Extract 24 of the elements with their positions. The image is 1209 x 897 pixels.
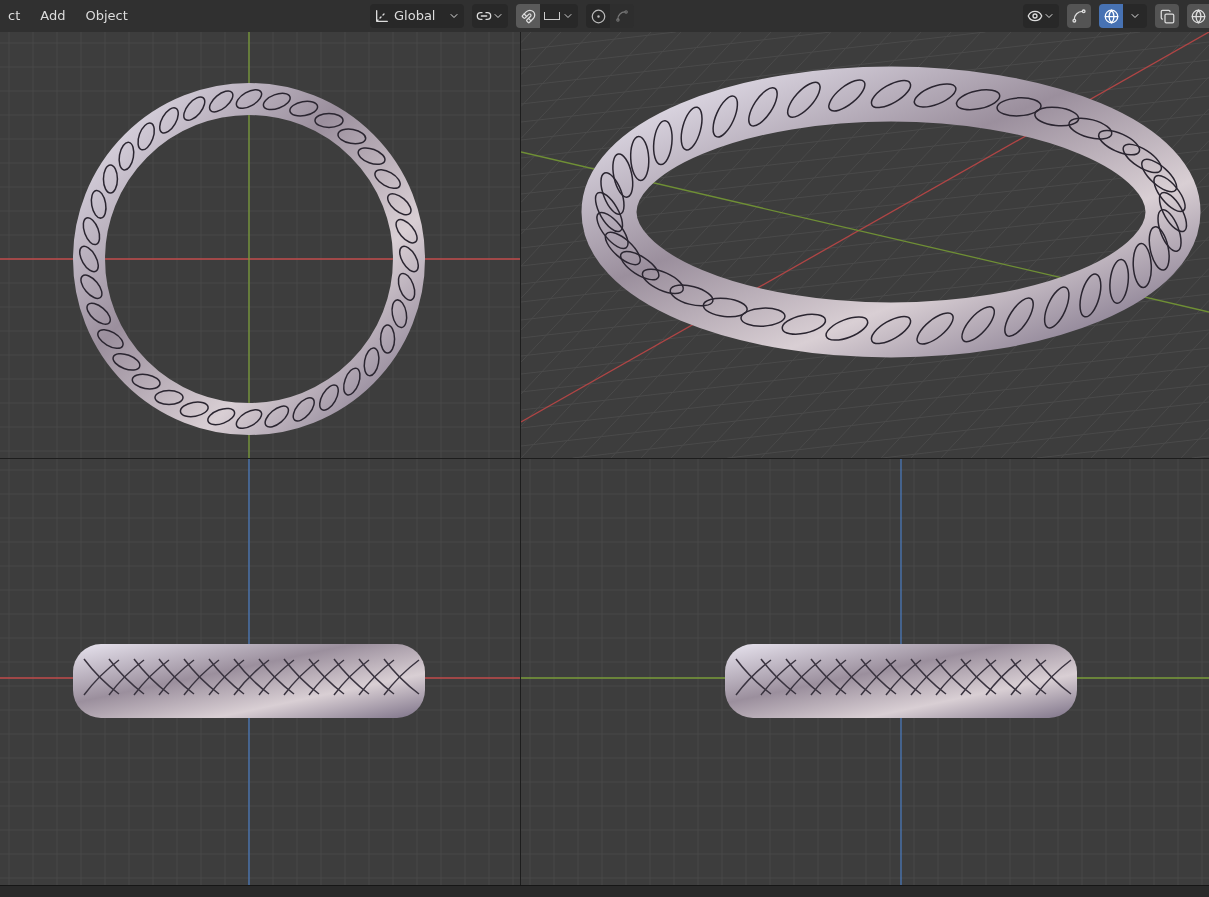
target-icon bbox=[590, 8, 606, 24]
snap-increment-icon bbox=[544, 12, 560, 20]
overlay-icon bbox=[1103, 8, 1119, 24]
snap-toggle[interactable] bbox=[516, 4, 540, 28]
proportional-editing-toggle[interactable] bbox=[586, 4, 610, 28]
eye-icon bbox=[1027, 8, 1043, 24]
snap-target-dropdown[interactable] bbox=[540, 4, 578, 28]
gizmo-toggle[interactable] bbox=[1067, 4, 1091, 28]
magnet-icon bbox=[520, 8, 536, 24]
orientation-dropdown[interactable]: Global bbox=[370, 4, 464, 28]
menu-item[interactable]: Add bbox=[32, 2, 74, 30]
wireframe-shading-button[interactable] bbox=[1187, 4, 1209, 28]
wireframe-sphere-icon bbox=[1190, 8, 1206, 24]
xray-icon bbox=[1159, 8, 1175, 24]
curve-arrow-icon bbox=[1071, 8, 1087, 24]
curve-icon bbox=[615, 9, 629, 23]
pivot-dropdown[interactable] bbox=[472, 4, 508, 28]
xray-toggle[interactable] bbox=[1155, 4, 1179, 28]
axes-icon bbox=[374, 8, 390, 24]
menu-item[interactable]: ct bbox=[0, 2, 29, 30]
overlays-toggle[interactable] bbox=[1099, 4, 1123, 28]
overlays-dropdown[interactable] bbox=[1123, 4, 1147, 28]
selectability-dropdown[interactable] bbox=[1023, 4, 1059, 28]
menu-item[interactable]: Object bbox=[77, 2, 136, 30]
